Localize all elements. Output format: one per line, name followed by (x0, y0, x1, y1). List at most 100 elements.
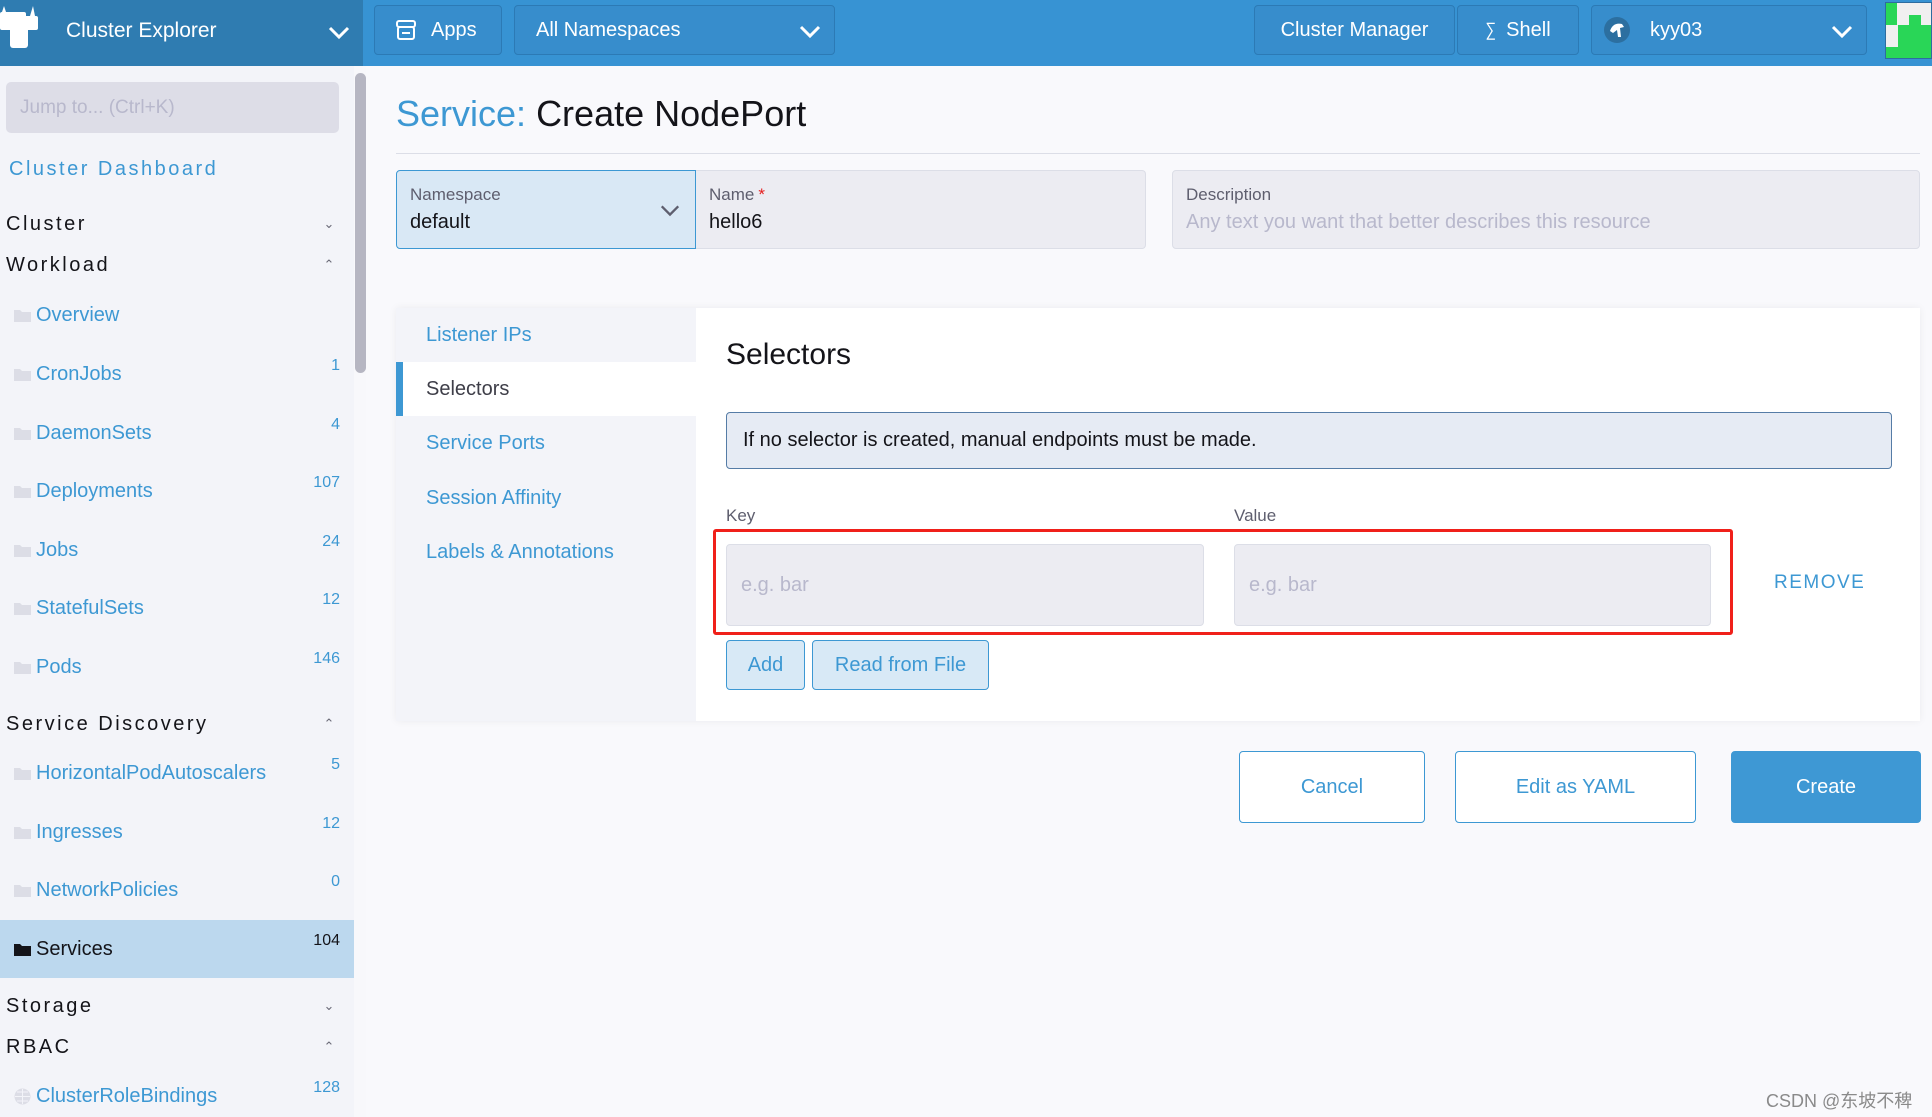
nav-item-jobs[interactable]: Jobs 24 (0, 521, 354, 579)
nav-item-pods[interactable]: Pods 146 (0, 638, 354, 696)
nav-group-rbac[interactable]: RBAC ⌃ (6, 1032, 336, 1062)
nav-item-label: Pods (36, 655, 82, 678)
apps-button[interactable]: Apps (374, 5, 502, 55)
nav-item-label: StatefulSets (36, 596, 144, 619)
description-input[interactable] (1186, 211, 1858, 234)
cluster-icon (1604, 17, 1630, 43)
shell-label: Shell (1506, 18, 1551, 41)
tab-service-ports[interactable]: Service Ports (396, 416, 696, 470)
add-selector-button[interactable]: Add (726, 640, 805, 690)
nav-group-label: Service Discovery (6, 712, 209, 735)
folder-icon (14, 826, 31, 839)
required-mark: * (758, 185, 765, 204)
nav-item-clusterrolebindings[interactable]: ClusterRoleBindings 128 (0, 1067, 354, 1117)
page-title-action: Create NodePort (536, 93, 807, 134)
folder-icon (14, 602, 31, 615)
sidebar: Cluster Dashboard Cluster ⌄ Workload ⌃ O… (0, 66, 354, 1117)
nav-item-count: 24 (322, 533, 340, 550)
user-avatar[interactable] (1885, 2, 1932, 59)
name-label: Name * (709, 185, 765, 205)
cluster-manager-button[interactable]: Cluster Manager (1254, 5, 1455, 55)
apps-label: Apps (431, 18, 477, 41)
nav-item-count: 104 (313, 932, 340, 949)
globe-icon (14, 1088, 31, 1104)
folder-icon (14, 884, 31, 897)
nav-item-count: 4 (331, 416, 340, 433)
nav-item-ingresses[interactable]: Ingresses 12 (0, 803, 354, 861)
create-button[interactable]: Create (1731, 751, 1921, 823)
nav-item-networkpolicies[interactable]: NetworkPolicies 0 (0, 861, 354, 919)
cluster-explorer-menu[interactable]: Cluster Explorer (0, 0, 363, 66)
nav-item-deployments[interactable]: Deployments 107 (0, 462, 354, 520)
nav-item-label: Jobs (36, 538, 79, 561)
nav-item-daemonsets[interactable]: DaemonSets 4 (0, 404, 354, 462)
folder-icon (14, 368, 31, 381)
page-title: Service: Create NodePort (396, 93, 806, 135)
tab-selectors[interactable]: Selectors (396, 362, 696, 416)
name-field[interactable]: Name * (696, 170, 1146, 249)
info-banner-text: If no selector is created, manual endpoi… (743, 429, 1257, 451)
tab-label: Session Affinity (426, 486, 562, 509)
chevron-up-icon: ⌃ (323, 1039, 335, 1054)
folder-icon (14, 544, 31, 557)
tab-session-affinity[interactable]: Session Affinity (396, 471, 696, 525)
nav-item-label: CronJobs (36, 362, 122, 385)
cluster-switcher-dropdown[interactable]: kyy03 (1591, 5, 1867, 55)
chevron-down-icon (1831, 25, 1853, 39)
nav-group-storage[interactable]: Storage ⌄ (6, 991, 336, 1021)
nav-item-count: 128 (313, 1079, 340, 1096)
nav-item-overview[interactable]: Overview (0, 286, 354, 344)
folder-icon (14, 943, 31, 956)
nav-group-label: RBAC (6, 1035, 72, 1058)
nav-group-service-discovery[interactable]: Service Discovery ⌃ (6, 709, 336, 739)
nav-item-horizontalpodautoscalers[interactable]: HorizontalPodAutoscalers 5 (0, 744, 354, 802)
tab-listener-ips[interactable]: Listener IPs (396, 308, 696, 362)
brand-title: Cluster Explorer (66, 19, 217, 42)
avatar-block (1897, 3, 1909, 25)
nav-item-services[interactable]: Services 104 (0, 920, 354, 978)
cluster-name: kyy03 (1650, 18, 1703, 41)
description-field[interactable]: Description (1172, 170, 1920, 249)
cancel-button[interactable]: Cancel (1239, 751, 1425, 823)
cluster-dashboard-link[interactable]: Cluster Dashboard (9, 158, 218, 181)
folder-icon (14, 309, 31, 322)
nav-item-count: 1 (331, 357, 340, 374)
chevron-up-icon: ⌃ (323, 257, 335, 272)
chevron-up-icon: ⌃ (323, 716, 335, 731)
name-input[interactable] (709, 211, 1114, 234)
config-panel: Listener IPs Selectors Service Ports Ses… (396, 308, 1920, 721)
scrollbar-thumb[interactable] (355, 73, 366, 373)
chevron-down-icon: ⌄ (323, 216, 335, 231)
tab-label: Labels & Annotations (426, 540, 614, 563)
nav-item-cronjobs[interactable]: CronJobs 1 (0, 345, 354, 403)
chevron-down-icon: ⌄ (323, 998, 335, 1013)
nav-item-label: Deployments (36, 479, 153, 502)
jump-to-search-input[interactable] (6, 82, 339, 133)
shell-button[interactable]: ∑ Shell (1457, 5, 1579, 55)
selector-value-input[interactable] (1234, 544, 1711, 626)
nav-group-cluster[interactable]: Cluster ⌄ (6, 209, 336, 239)
namespace-select[interactable]: Namespace default (396, 170, 696, 249)
cluster-manager-label: Cluster Manager (1280, 18, 1429, 41)
section-title: Selectors (726, 338, 852, 371)
chevron-down-icon (799, 25, 821, 39)
folder-icon (14, 485, 31, 498)
read-from-file-button[interactable]: Read from File (812, 640, 989, 690)
nav-item-label: NetworkPolicies (36, 878, 179, 901)
title-divider (396, 153, 1920, 154)
store-icon (396, 20, 416, 40)
name-label-text: Name (709, 185, 755, 204)
selector-key-input[interactable] (726, 544, 1204, 626)
top-bar: Cluster Explorer Apps All Namespaces Clu… (0, 0, 1932, 66)
nav-item-statefulsets[interactable]: StatefulSets 12 (0, 579, 354, 637)
sidebar-scrollbar[interactable] (354, 66, 366, 1117)
chevron-down-icon (328, 26, 350, 40)
page-title-resource: Service: (396, 93, 527, 134)
namespace-filter-value: All Namespaces (536, 18, 681, 41)
tab-labels-annotations[interactable]: Labels & Annotations (396, 525, 696, 579)
namespace-filter-dropdown[interactable]: All Namespaces (514, 5, 835, 55)
nav-group-workload[interactable]: Workload ⌃ (6, 250, 336, 280)
nav-item-label: Ingresses (36, 820, 123, 843)
edit-as-yaml-button[interactable]: Edit as YAML (1455, 751, 1696, 823)
remove-selector-button[interactable]: REMOVE (1774, 572, 1865, 594)
